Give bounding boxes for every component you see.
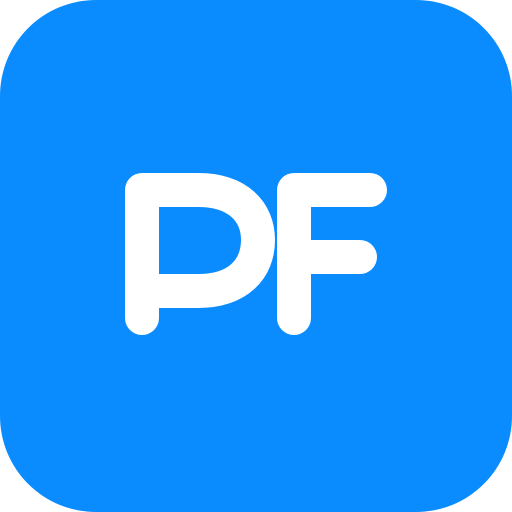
pf-glyph (125, 173, 387, 335)
letter-p-glyph (125, 173, 275, 335)
pf-app-icon: PF (0, 0, 512, 512)
